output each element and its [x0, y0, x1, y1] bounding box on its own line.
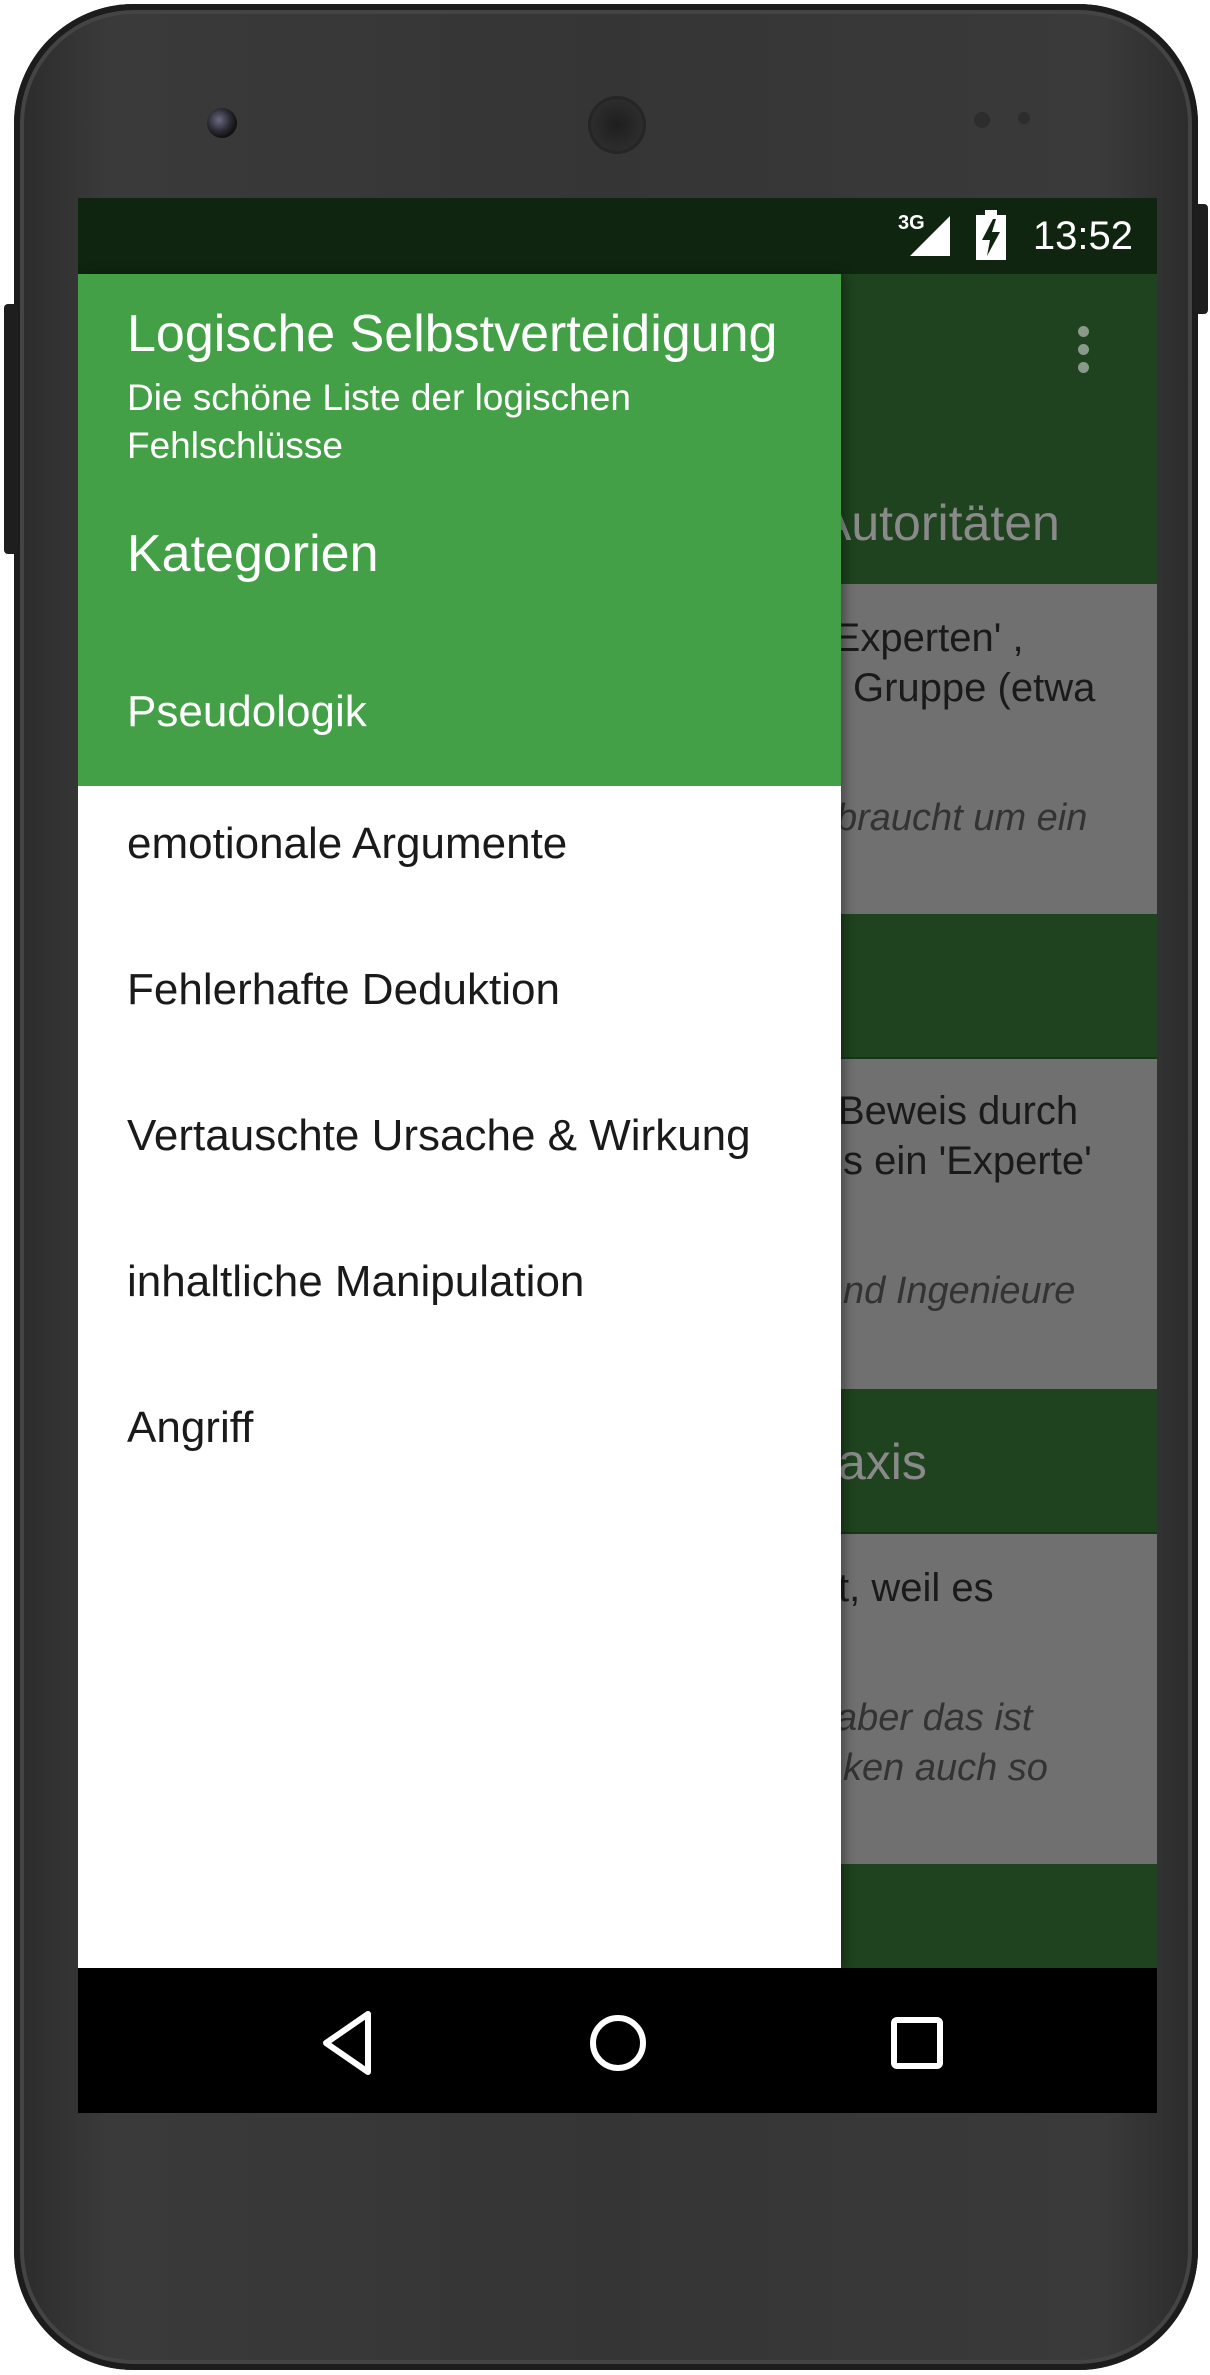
section-header-label: axis	[838, 1434, 927, 1490]
section-header-label: Autoritäten	[818, 495, 1060, 551]
home-icon[interactable]	[583, 2008, 653, 2078]
drawer-item-label: emotionale Argumente	[127, 819, 568, 868]
card-example-line: braucht um ein	[836, 797, 1088, 839]
recents-icon[interactable]	[882, 2008, 952, 2078]
drawer-item-inhaltliche-manipulation[interactable]: inhaltliche Manipulation	[78, 1224, 841, 1344]
drawer-item-emotionale-argumente[interactable]: emotionale Argumente	[78, 786, 841, 906]
card-text-line: 'Experten' ,	[826, 616, 1024, 660]
card-text-line: t, weil es	[838, 1566, 994, 1610]
light-sensor	[1018, 112, 1030, 124]
drawer-item-fehlerhafte-deduktion[interactable]: Fehlerhafte Deduktion	[78, 932, 841, 1052]
card-example-line: nd Ingenieure	[843, 1270, 1076, 1312]
drawer-item-angriff[interactable]: Angriff	[78, 1370, 841, 1490]
signal-3g-icon	[910, 216, 950, 256]
phone-frame: 3G 13:52 Autoritäten 'Experten' , Gruppe…	[4, 4, 1208, 2370]
front-camera	[207, 108, 237, 138]
drawer-subtitle: Die schöne Liste der logischen Fehlschlü…	[127, 377, 631, 466]
card-text-line: s ein 'Experte'	[843, 1139, 1092, 1183]
drawer-item-label: Vertauschte Ursache & Wirkung	[127, 1111, 751, 1160]
screen: 3G 13:52 Autoritäten 'Experten' , Gruppe…	[78, 198, 1157, 2113]
drawer-item-label: Fehlerhafte Deduktion	[127, 965, 560, 1014]
drawer-item-label: Angriff	[127, 1403, 254, 1452]
drawer-item-label: Pseudologik	[127, 687, 367, 736]
navigation-drawer: Logische Selbstverteidigung Die schöne L…	[78, 274, 841, 1968]
status-bar: 3G 13:52	[78, 198, 1157, 274]
volume-button	[4, 304, 18, 554]
drawer-header: Logische Selbstverteidigung Die schöne L…	[78, 274, 841, 786]
card-text-line: Beweis durch	[838, 1089, 1079, 1133]
earpiece-speaker	[588, 96, 646, 154]
card-text-line: Gruppe (etwa	[853, 666, 1096, 710]
drawer-item-pseudologik[interactable]: Pseudologik	[78, 664, 841, 764]
proximity-sensor	[974, 112, 990, 128]
drawer-section-label: Kategorien	[127, 525, 379, 583]
back-icon[interactable]	[316, 2008, 386, 2078]
card-example-line: ken auch so	[843, 1747, 1048, 1789]
card-example-line: aber das ist	[836, 1697, 1033, 1739]
battery-charging-icon	[976, 210, 1006, 260]
status-clock: 13:52	[1032, 214, 1133, 258]
system-navigation-bar	[78, 1968, 1157, 2113]
drawer-title: Logische Selbstverteidigung	[127, 305, 778, 363]
drawer-item-label: inhaltliche Manipulation	[127, 1257, 585, 1306]
power-button	[1194, 204, 1208, 314]
overflow-menu-icon[interactable]	[1078, 326, 1090, 376]
drawer-item-vertauschte-ursache[interactable]: Vertauschte Ursache & Wirkung	[78, 1078, 841, 1198]
